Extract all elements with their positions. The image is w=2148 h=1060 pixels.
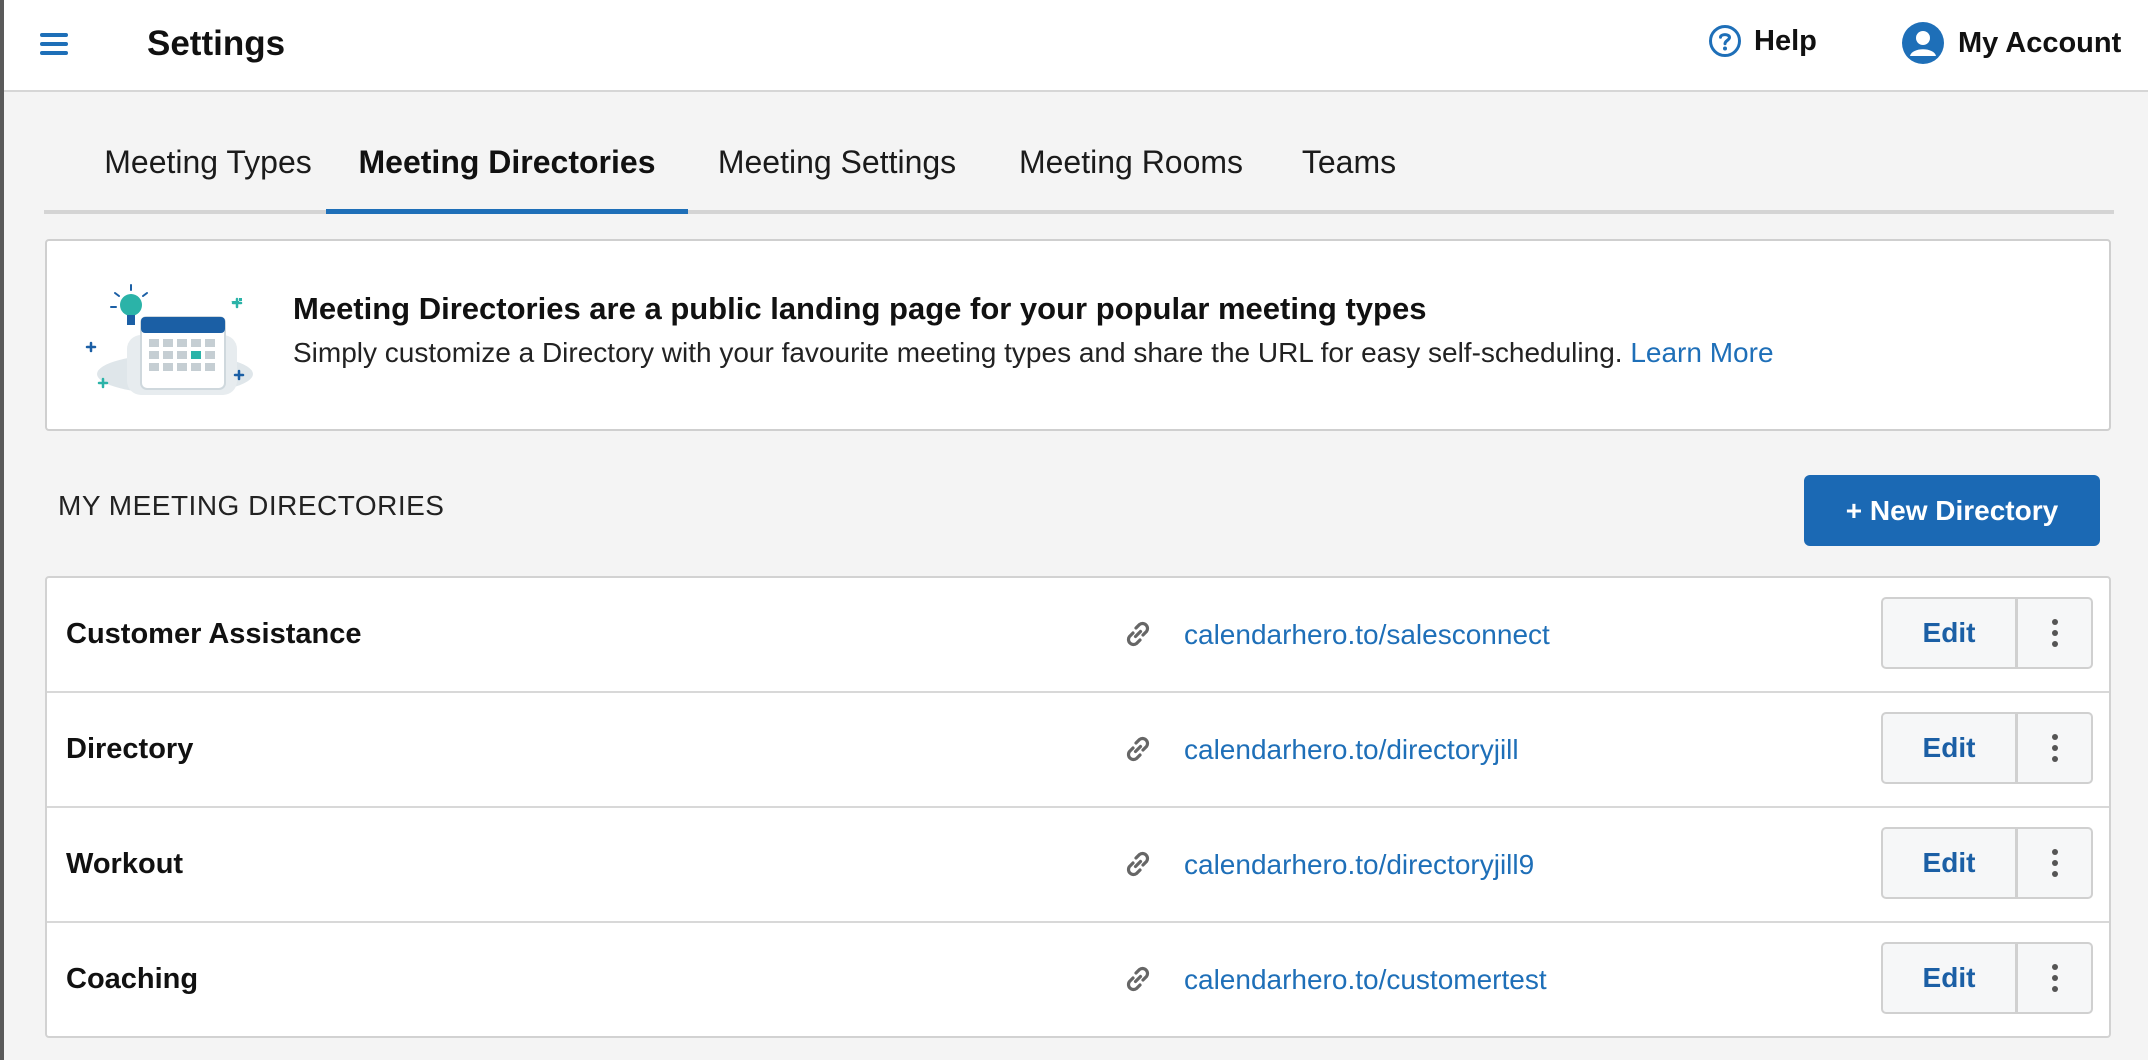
new-directory-button[interactable]: + New Directory — [1804, 475, 2100, 546]
row-actions: Edit — [1881, 597, 2093, 669]
tab-meeting-settings[interactable]: Meeting Settings — [696, 120, 978, 210]
tab-teams[interactable]: Teams — [1284, 120, 1414, 210]
info-banner: Meeting Directories are a public landing… — [45, 239, 2111, 431]
more-options-button[interactable] — [2018, 829, 2091, 897]
directory-row: Customer Assistance calendarhero.to/sale… — [47, 578, 2109, 693]
directory-url-link[interactable]: calendarhero.to/salesconnect — [1184, 578, 1550, 691]
more-options-button[interactable] — [2018, 714, 2091, 782]
row-actions: Edit — [1881, 712, 2093, 784]
settings-tabs: Meeting Types Meeting Directories Meetin… — [44, 120, 2114, 214]
vertical-dots-icon — [2051, 734, 2058, 762]
chain-link-icon — [1126, 966, 1150, 992]
more-options-button[interactable] — [2018, 599, 2091, 667]
tab-meeting-rooms[interactable]: Meeting Rooms — [996, 120, 1266, 210]
vertical-dots-icon — [2051, 619, 2058, 647]
my-account-button[interactable]: My Account — [1902, 22, 2121, 64]
vertical-dots-icon — [2051, 849, 2058, 877]
directory-name: Customer Assistance — [66, 618, 362, 650]
directory-row: Workout calendarhero.to/directoryjill9 E… — [47, 808, 2109, 923]
directory-list: Customer Assistance calendarhero.to/sale… — [45, 576, 2111, 1038]
section-title: MY MEETING DIRECTORIES — [58, 490, 445, 521]
tab-meeting-directories[interactable]: Meeting Directories — [326, 120, 688, 214]
edit-button[interactable]: Edit — [1883, 599, 2018, 667]
directory-url-link[interactable]: calendarhero.to/directoryjill9 — [1184, 808, 1534, 921]
banner-body: Simply customize a Directory with your f… — [293, 337, 1774, 369]
edit-button[interactable]: Edit — [1883, 829, 2018, 897]
edit-button[interactable]: Edit — [1883, 944, 2018, 1012]
chain-link-icon — [1126, 851, 1150, 877]
row-actions: Edit — [1881, 827, 2093, 899]
chain-link-icon — [1126, 736, 1150, 762]
banner-heading: Meeting Directories are a public landing… — [293, 291, 1427, 326]
window-edge — [0, 0, 4, 1060]
user-avatar-icon — [1902, 22, 1944, 64]
banner-body-text: Simply customize a Directory with your f… — [293, 337, 1623, 368]
my-account-label: My Account — [1958, 26, 2122, 59]
more-options-button[interactable] — [2018, 944, 2091, 1012]
hamburger-menu-icon[interactable] — [40, 30, 68, 58]
learn-more-link[interactable]: Learn More — [1630, 337, 1773, 368]
page-title: Settings — [147, 24, 286, 63]
directory-name: Directory — [66, 733, 194, 765]
help-label: Help — [1754, 24, 1817, 57]
top-header: Settings Help My Account — [4, 0, 2148, 92]
question-circle-icon — [1709, 25, 1741, 57]
directory-url-link[interactable]: calendarhero.to/customertest — [1184, 923, 1547, 1036]
directory-row: Directory calendarhero.to/directoryjill … — [47, 693, 2109, 808]
directory-name: Coaching — [66, 963, 199, 995]
directory-row: Coaching calendarhero.to/customertest Ed… — [47, 923, 2109, 1036]
help-button[interactable]: Help — [1708, 24, 1817, 58]
directory-name: Workout — [66, 848, 184, 880]
chain-link-icon — [1126, 621, 1150, 647]
tab-meeting-types[interactable]: Meeting Types — [80, 120, 336, 210]
directory-url-link[interactable]: calendarhero.to/directoryjill — [1184, 693, 1519, 806]
vertical-dots-icon — [2051, 964, 2058, 992]
edit-button[interactable]: Edit — [1883, 714, 2018, 782]
row-actions: Edit — [1881, 942, 2093, 1014]
calendar-lightbulb-illustration — [85, 284, 253, 395]
